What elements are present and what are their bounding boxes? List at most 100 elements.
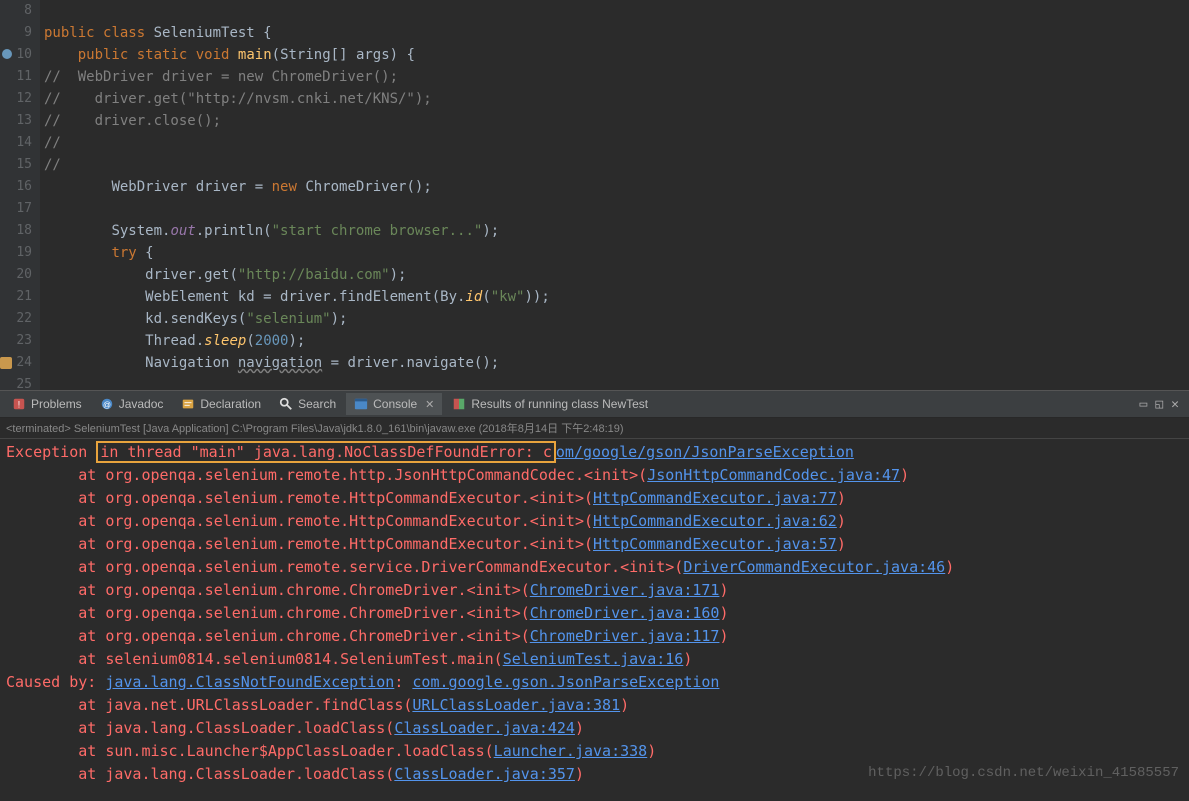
warning-marker-icon[interactable] [0, 357, 12, 369]
close-panel-icon[interactable]: ✕ [1171, 397, 1179, 412]
console-line: at org.openqa.selenium.remote.HttpComman… [6, 510, 1183, 533]
tab-javadoc[interactable]: @ Javadoc [92, 393, 172, 415]
stacktrace-link[interactable]: JsonHttpCommandCodec.java:47 [647, 466, 900, 484]
code-line[interactable]: public class SeleniumTest { [44, 22, 1189, 44]
code-line[interactable]: // WebDriver driver = new ChromeDriver()… [44, 66, 1189, 88]
tab-label: Console [373, 397, 417, 411]
console-text: at java.lang.ClassLoader.loadClass( [6, 765, 394, 783]
console-text: at org.openqa.selenium.remote.http.JsonH… [6, 466, 647, 484]
stacktrace-link[interactable]: ChromeDriver.java:171 [530, 581, 720, 599]
line-number: 19 [0, 242, 32, 264]
tab-label: Problems [31, 397, 82, 411]
stacktrace-link[interactable]: com.google.gson.JsonParseException [412, 673, 719, 691]
stacktrace-link[interactable]: ChromeDriver.java:160 [530, 604, 720, 622]
code-line[interactable]: Navigation navigation = driver.navigate(… [44, 352, 1189, 374]
console-text: ) [719, 581, 728, 599]
code-editor[interactable]: 8910111213141516171819202122232425 publi… [0, 0, 1189, 390]
console-line: at org.openqa.selenium.remote.http.JsonH… [6, 464, 1183, 487]
console-text: ) [575, 719, 584, 737]
code-line[interactable]: driver.get("http://baidu.com"); [44, 264, 1189, 286]
console-line: at org.openqa.selenium.remote.HttpComman… [6, 487, 1183, 510]
code-line[interactable]: // [44, 154, 1189, 176]
console-text: : [394, 673, 412, 691]
line-number: 21 [0, 286, 32, 308]
stacktrace-link[interactable]: HttpCommandExecutor.java:57 [593, 535, 837, 553]
minimize-icon[interactable]: ▭ [1140, 397, 1148, 412]
console-line: Exception in thread "main" java.lang.NoC… [6, 441, 1183, 464]
tab-console[interactable]: Console ✕ [346, 393, 442, 415]
stacktrace-link[interactable]: Launcher.java:338 [494, 742, 648, 760]
code-line[interactable]: Thread.sleep(2000); [44, 330, 1189, 352]
stacktrace-link[interactable]: HttpCommandExecutor.java:77 [593, 489, 837, 507]
console-process-status: <terminated> SeleniumTest [Java Applicat… [0, 418, 1189, 439]
tab-label: Declaration [200, 397, 261, 411]
console-text: ) [575, 765, 584, 783]
console-text: at org.openqa.selenium.chrome.ChromeDriv… [6, 581, 530, 599]
console-line: at org.openqa.selenium.chrome.ChromeDriv… [6, 579, 1183, 602]
breakpoint-marker-icon[interactable] [2, 49, 12, 59]
console-text: ) [837, 512, 846, 530]
console-text: at org.openqa.selenium.remote.HttpComman… [6, 489, 593, 507]
console-text: ) [719, 627, 728, 645]
line-number: 20 [0, 264, 32, 286]
console-text: at org.openqa.selenium.remote.HttpComman… [6, 512, 593, 530]
tab-declaration[interactable]: Declaration [173, 393, 269, 415]
stacktrace-link[interactable]: java.lang.ClassNotFoundException [105, 673, 394, 691]
stacktrace-link[interactable]: om/google/gson/JsonParseException [556, 443, 854, 461]
console-output[interactable]: Exception in thread "main" java.lang.NoC… [0, 439, 1189, 792]
console-icon [354, 397, 368, 411]
code-line[interactable]: // driver.close(); [44, 110, 1189, 132]
tab-label: Javadoc [119, 397, 164, 411]
stacktrace-link[interactable]: SeleniumTest.java:16 [503, 650, 684, 668]
stacktrace-link[interactable]: HttpCommandExecutor.java:62 [593, 512, 837, 530]
code-line[interactable]: // [44, 132, 1189, 154]
console-line: at org.openqa.selenium.chrome.ChromeDriv… [6, 625, 1183, 648]
stacktrace-link[interactable]: DriverCommandExecutor.java:46 [683, 558, 945, 576]
console-line: at org.openqa.selenium.remote.service.Dr… [6, 556, 1183, 579]
console-text: at org.openqa.selenium.chrome.ChromeDriv… [6, 627, 530, 645]
console-line: at selenium0814.selenium0814.SeleniumTes… [6, 648, 1183, 671]
stacktrace-link[interactable]: ClassLoader.java:424 [394, 719, 575, 737]
console-text: at java.net.URLClassLoader.findClass( [6, 696, 412, 714]
console-text: ) [620, 696, 629, 714]
console-line: at java.net.URLClassLoader.findClass(URL… [6, 694, 1183, 717]
line-gutter: 8910111213141516171819202122232425 [0, 0, 40, 390]
console-line: at sun.misc.Launcher$AppClassLoader.load… [6, 740, 1183, 763]
tab-search[interactable]: Search [271, 393, 344, 415]
stacktrace-link[interactable]: ClassLoader.java:357 [394, 765, 575, 783]
code-line[interactable]: try { [44, 242, 1189, 264]
line-number: 15 [0, 154, 32, 176]
code-line[interactable]: // driver.get("http://nvsm.cnki.net/KNS/… [44, 88, 1189, 110]
console-text: at java.lang.ClassLoader.loadClass( [6, 719, 394, 737]
code-line[interactable]: WebElement kd = driver.findElement(By.id… [44, 286, 1189, 308]
console-text: ) [647, 742, 656, 760]
svg-text:!: ! [18, 400, 20, 410]
console-text: ) [900, 466, 909, 484]
tab-problems[interactable]: ! Problems [4, 393, 90, 415]
line-number: 22 [0, 308, 32, 330]
results-icon [452, 397, 466, 411]
console-line: at org.openqa.selenium.chrome.ChromeDriv… [6, 602, 1183, 625]
line-number: 16 [0, 176, 32, 198]
code-line[interactable]: WebDriver driver = new ChromeDriver(); [44, 176, 1189, 198]
watermark-text: https://blog.csdn.net/weixin_41585557 [868, 765, 1179, 781]
console-line: Caused by: java.lang.ClassNotFoundExcept… [6, 671, 1183, 694]
code-line[interactable]: System.out.println("start chrome browser… [44, 220, 1189, 242]
stacktrace-link[interactable]: ChromeDriver.java:117 [530, 627, 720, 645]
code-line[interactable]: kd.sendKeys("selenium"); [44, 308, 1189, 330]
tab-results[interactable]: Results of running class NewTest [444, 393, 656, 415]
console-line: at java.lang.ClassLoader.loadClass(Class… [6, 717, 1183, 740]
console-text: at org.openqa.selenium.remote.service.Dr… [6, 558, 683, 576]
stacktrace-link[interactable]: URLClassLoader.java:381 [412, 696, 620, 714]
line-number: 14 [0, 132, 32, 154]
line-number: 13 [0, 110, 32, 132]
svg-text:@: @ [103, 401, 111, 410]
code-line[interactable]: public static void main(String[] args) { [44, 44, 1189, 66]
console-text: ) [837, 535, 846, 553]
panel-toolbar: ▭ ◱ ✕ [1140, 397, 1185, 412]
code-line[interactable] [44, 198, 1189, 220]
maximize-icon[interactable]: ◱ [1155, 397, 1163, 412]
close-icon[interactable]: ✕ [425, 398, 434, 411]
code-line[interactable] [44, 0, 1189, 22]
code-content[interactable]: public class SeleniumTest { public stati… [40, 0, 1189, 390]
